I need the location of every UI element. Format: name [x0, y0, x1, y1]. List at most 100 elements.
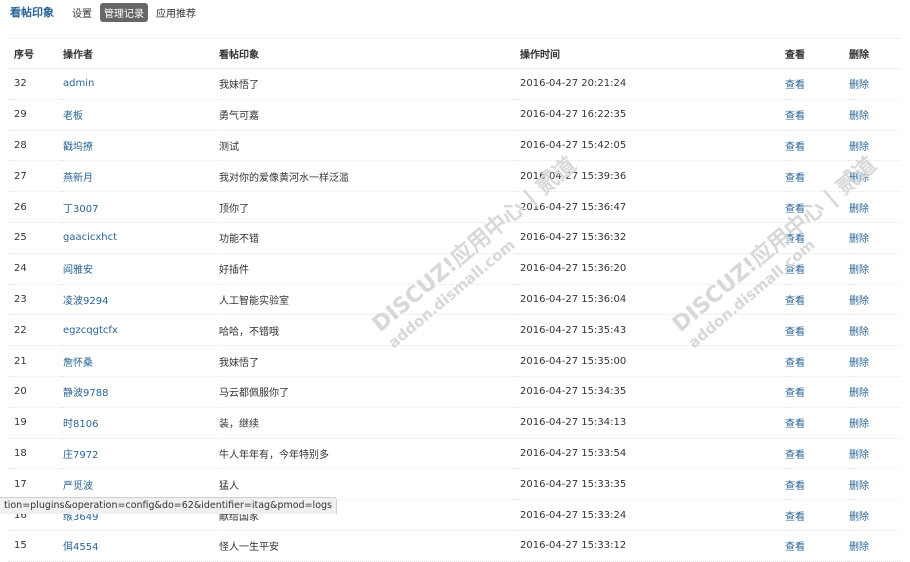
tab-app-recommend[interactable]: 应用推荐 [152, 3, 200, 22]
row-operator-link[interactable]: 丁3007 [63, 204, 98, 215]
row-time-cell: 2016-04-27 15:42:05 [519, 130, 784, 162]
row-view-link[interactable]: 查看 [785, 388, 805, 399]
row-impression: 我妹悟了 [219, 357, 259, 369]
row-view-link[interactable]: 查看 [785, 419, 805, 430]
row-delete-cell: 删除 [848, 468, 900, 501]
row-id-cell: 21 [8, 345, 62, 377]
row-operator-cell: 凌波9294 [62, 284, 218, 316]
row-operator-link[interactable]: 凌波9294 [63, 296, 108, 307]
row-time-cell: 2016-04-27 15:36:47 [519, 191, 784, 223]
row-delete-link[interactable]: 删除 [849, 327, 869, 338]
row-operator-link[interactable]: 时8106 [63, 419, 98, 430]
row-view-link[interactable]: 查看 [785, 80, 805, 91]
row-impression: 我对你的爱像黄河水一样泛滥 [219, 172, 349, 184]
row-time-cell: 2016-04-27 15:35:43 [519, 314, 784, 347]
row-delete-link[interactable]: 删除 [849, 80, 869, 91]
row-delete-link[interactable]: 删除 [849, 388, 869, 399]
row-operator-link[interactable]: 戳坞撩 [63, 142, 93, 153]
row-impression-cell: 勇气可嘉 [218, 99, 519, 131]
row-operator-link[interactable]: 燕新月 [63, 173, 93, 184]
row-time: 2016-04-27 15:35:43 [520, 324, 627, 336]
row-id: 27 [14, 170, 27, 182]
row-operator-cell: 燕新月 [62, 160, 218, 193]
row-view-link[interactable]: 查看 [785, 265, 805, 276]
row-operator-link[interactable]: 庄7972 [63, 450, 98, 461]
row-id: 25 [14, 232, 27, 244]
row-view-link[interactable]: 查看 [785, 142, 805, 153]
row-id-cell: 26 [8, 191, 62, 223]
row-delete-cell: 删除 [848, 376, 900, 408]
row-delete-link[interactable]: 删除 [849, 542, 869, 553]
row-delete-link[interactable]: 删除 [849, 204, 869, 215]
row-time: 2016-04-27 15:42:05 [520, 139, 627, 151]
row-delete-cell: 删除 [848, 68, 900, 100]
row-view-link[interactable]: 查看 [785, 512, 805, 523]
row-time-cell: 2016-04-27 15:35:00 [519, 345, 784, 377]
row-delete-link[interactable]: 删除 [849, 265, 869, 276]
row-view-link[interactable]: 查看 [785, 450, 805, 461]
row-impression-cell: 测试 [218, 130, 519, 162]
table-row: 17 严觅波 猛人 2016-04-27 15:33:35 查看 删除 [8, 468, 900, 501]
row-view-link[interactable]: 查看 [785, 204, 805, 215]
row-id-cell: 17 [8, 468, 62, 501]
row-delete-link[interactable]: 删除 [849, 296, 869, 307]
table-row: 27 燕新月 我对你的爱像黄河水一样泛滥 2016-04-27 15:39:36 查看 删… [8, 160, 900, 193]
row-view-cell: 查看 [784, 468, 848, 501]
row-impression: 我妹悟了 [219, 80, 259, 92]
row-view-cell: 查看 [784, 68, 848, 100]
row-delete-link[interactable]: 删除 [849, 450, 869, 461]
table-row: 15 佴4554 怪人一生平安 2016-04-27 15:33:12 查看 删除 [8, 530, 900, 562]
row-time: 2016-04-27 15:36:47 [520, 201, 627, 213]
row-impression: 怪人一生平安 [219, 542, 279, 554]
row-id-cell: 27 [8, 160, 62, 193]
row-delete-cell: 删除 [848, 284, 900, 316]
row-delete-cell: 删除 [848, 160, 900, 193]
row-impression-cell: 我妹悟了 [218, 345, 519, 377]
row-operator-link[interactable]: 阎雅安 [63, 265, 93, 276]
row-operator-link[interactable]: gaacicxhct [63, 232, 117, 243]
row-id-cell: 28 [8, 130, 62, 162]
tab-settings[interactable]: 设置 [68, 3, 96, 22]
row-operator-link[interactable]: admin [63, 78, 94, 89]
row-operator-cell: 老板 [62, 99, 218, 131]
row-view-link[interactable]: 查看 [785, 234, 805, 245]
row-impression: 好插件 [219, 265, 249, 277]
row-delete-cell: 删除 [848, 530, 900, 562]
row-delete-link[interactable]: 删除 [849, 358, 869, 369]
row-time: 2016-04-27 15:33:24 [520, 509, 627, 521]
row-time: 2016-04-27 20:21:24 [520, 78, 627, 90]
row-view-link[interactable]: 查看 [785, 173, 805, 184]
row-operator-link[interactable]: 詹怀桑 [63, 358, 93, 369]
row-view-link[interactable]: 查看 [785, 481, 805, 492]
row-view-link[interactable]: 查看 [785, 296, 805, 307]
row-time: 2016-04-27 15:36:32 [520, 232, 627, 244]
row-view-link[interactable]: 查看 [785, 542, 805, 553]
row-operator-link[interactable]: 严觅波 [63, 481, 93, 492]
row-delete-link[interactable]: 删除 [849, 142, 869, 153]
row-operator-link[interactable]: 老板 [63, 111, 83, 122]
row-delete-link[interactable]: 删除 [849, 234, 869, 245]
row-view-cell: 查看 [784, 191, 848, 223]
row-delete-link[interactable]: 删除 [849, 512, 869, 523]
column-header-time: 操作时间 [519, 38, 784, 69]
row-id: 17 [14, 478, 27, 490]
row-operator-link[interactable]: egzcqgtcfx [63, 325, 118, 336]
row-view-link[interactable]: 查看 [785, 111, 805, 122]
row-operator-link[interactable]: 静波9788 [63, 388, 108, 399]
row-delete-link[interactable]: 删除 [849, 111, 869, 122]
row-view-link[interactable]: 查看 [785, 358, 805, 369]
row-operator-cell: 丁3007 [62, 191, 218, 223]
row-impression: 哈哈，不错哦 [219, 326, 279, 338]
tab-manage-logs[interactable]: 管理记录 [100, 2, 148, 22]
row-delete-cell: 删除 [848, 345, 900, 377]
row-time-cell: 2016-04-27 16:22:35 [519, 99, 784, 131]
row-delete-link[interactable]: 删除 [849, 481, 869, 492]
row-id: 29 [14, 109, 27, 121]
row-delete-link[interactable]: 删除 [849, 173, 869, 184]
table-row: 28 戳坞撩 测试 2016-04-27 15:42:05 查看 删除 [8, 130, 900, 162]
row-delete-link[interactable]: 删除 [849, 419, 869, 430]
row-delete-cell: 删除 [848, 314, 900, 347]
row-id-cell: 22 [8, 314, 62, 347]
row-view-link[interactable]: 查看 [785, 327, 805, 338]
row-operator-link[interactable]: 佴4554 [63, 542, 98, 553]
